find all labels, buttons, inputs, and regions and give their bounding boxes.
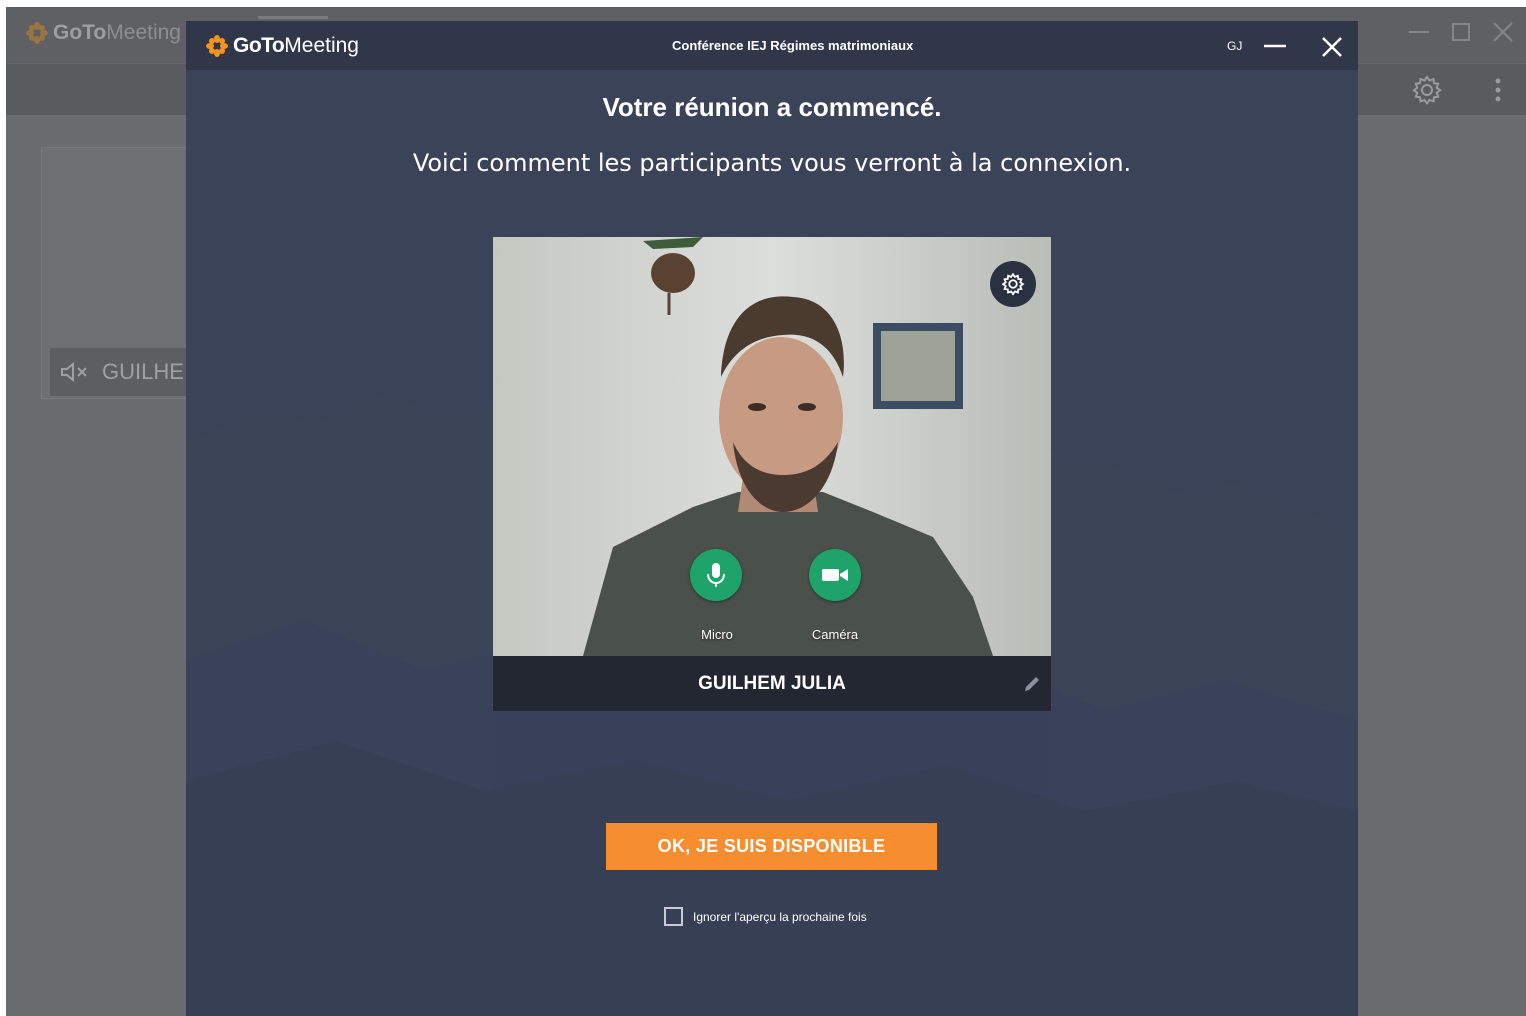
close-button[interactable] [1319, 34, 1345, 60]
camera-settings-button[interactable] [990, 261, 1036, 307]
dialog-logo-goto: GoTo [233, 34, 285, 57]
speaker-muted-icon [61, 362, 87, 382]
microphone-toggle-button[interactable] [690, 549, 742, 601]
video-preview: Micro Caméra GUILHEM JULIA [493, 237, 1051, 711]
gear-icon[interactable] [1411, 74, 1443, 106]
microphone-icon [707, 563, 725, 587]
video-camera-icon [822, 569, 848, 581]
ok-available-button[interactable]: OK, JE SUIS DISPONIBLE [606, 823, 937, 870]
skip-preview-checkbox[interactable] [664, 907, 683, 926]
background-logo-goto: GoTo [53, 21, 107, 44]
maximize-icon[interactable] [1448, 19, 1474, 45]
microphone-label: Micro [701, 627, 733, 642]
minimize-button[interactable] [1262, 34, 1288, 58]
background-tab-indicator [258, 16, 328, 19]
dialog-logo-meeting: Meeting [284, 34, 359, 57]
background-logo: GoTo Meeting [26, 21, 181, 45]
camera-label: Caméra [811, 627, 859, 642]
skip-preview-option[interactable]: Ignorer l'aperçu la prochaine fois [664, 907, 867, 926]
dialog-titlebar: GoTo Meeting Conférence IEJ Régimes matri… [186, 21, 1358, 70]
conference-title: Conférence IEJ Régimes matrimoniaux [672, 38, 914, 53]
pencil-icon [1025, 677, 1039, 691]
user-initials[interactable]: GJ [1227, 39, 1242, 53]
minimize-icon[interactable] [1406, 19, 1432, 45]
background-participant-name: GUILHE [102, 359, 184, 384]
background-logo-meeting: Meeting [106, 21, 181, 44]
edit-name-button[interactable] [1021, 673, 1043, 695]
kebab-menu-icon[interactable] [1493, 76, 1503, 104]
gotomeeting-star-icon [26, 22, 48, 44]
skip-preview-label: Ignorer l'aperçu la prochaine fois [693, 909, 867, 924]
close-icon [1322, 37, 1342, 57]
dialog-heading: Votre réunion a commencé. [602, 92, 942, 122]
background-window-controls [1406, 19, 1516, 45]
camera-toggle-button[interactable] [809, 549, 861, 601]
minimize-icon [1264, 44, 1286, 48]
participant-name: GUILHEM JULIA [698, 672, 846, 694]
webcam-video: Micro Caméra [493, 237, 1051, 656]
meeting-preview-dialog: GoTo Meeting Conférence IEJ Régimes matri… [186, 21, 1358, 1016]
gotomeeting-star-icon [206, 35, 228, 57]
gear-icon [1001, 272, 1025, 296]
webcam-image [493, 237, 1051, 656]
background-participant-label: GUILHE [50, 348, 200, 396]
dialog-subheading: Voici comment les participants vous verr… [412, 149, 1132, 177]
dialog-logo: GoTo Meeting [206, 34, 359, 58]
close-icon[interactable] [1490, 19, 1516, 45]
